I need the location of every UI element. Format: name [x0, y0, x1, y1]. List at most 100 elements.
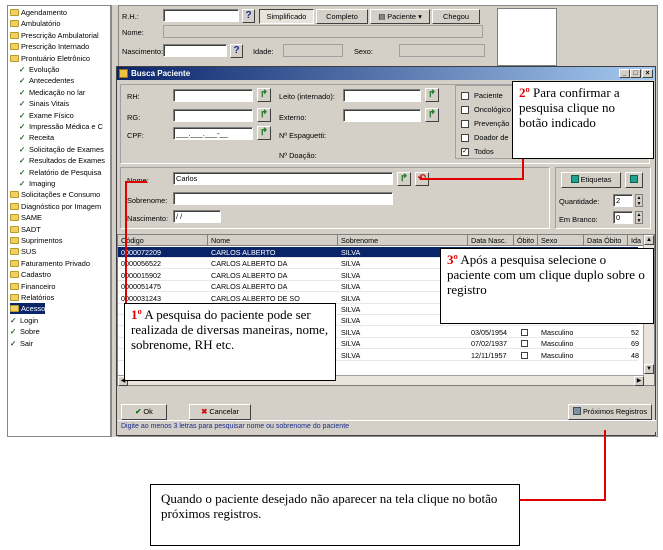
col-ida[interactable]: Ida	[628, 235, 644, 246]
col-sexo[interactable]: Sexo	[538, 235, 584, 246]
checkmark-icon: ✓	[19, 99, 26, 109]
paciente-menu-button[interactable]: ▤ Paciente ▾	[370, 9, 430, 24]
sidebar-item[interactable]: ✓ Receita	[19, 132, 54, 143]
sidebar-item[interactable]: SADT	[10, 224, 41, 235]
sidebar-item[interactable]: ✓ Resultados de Exames	[19, 155, 105, 166]
sidebar-item[interactable]: ✓ Solicitação de Exames	[19, 144, 104, 155]
folder-icon	[10, 305, 19, 313]
proximos-registros-button[interactable]: Próximos Registros	[568, 404, 652, 420]
checkmark-icon: ✓	[19, 133, 26, 143]
prevencao-checkbox[interactable]	[461, 120, 469, 128]
col-codigo[interactable]: Código	[118, 235, 208, 246]
search-confirm-arrow-icon[interactable]: ↱	[397, 172, 411, 186]
sidebar-item[interactable]: ✓ Sair	[10, 338, 33, 349]
rh-help-button[interactable]: ?	[242, 9, 255, 23]
leito-go-arrow-icon[interactable]: ↱	[425, 88, 439, 102]
sobrenome-input[interactable]	[173, 192, 393, 205]
rh-field[interactable]	[163, 9, 239, 22]
nome-input[interactable]: Carlos	[173, 172, 393, 185]
rh-label: R.H.:	[122, 12, 139, 21]
scroll-right-icon[interactable]: ▶	[634, 376, 644, 386]
sidebar-item[interactable]: Prescrição Internado	[10, 41, 89, 52]
rg-go-arrow-icon[interactable]: ↱	[257, 108, 271, 122]
externo-input[interactable]	[343, 109, 421, 122]
cell-nome: CARLOS ALBERTO DA	[211, 270, 288, 280]
cell-codigo: 0000031243	[121, 293, 161, 303]
sidebar-item[interactable]: Prescrição Ambulatorial	[10, 30, 99, 41]
nascimento-input[interactable]: / /	[173, 210, 221, 223]
paciente-checkbox[interactable]	[461, 92, 469, 100]
completo-button[interactable]: Completo	[316, 9, 368, 24]
etiquetas-extra-button[interactable]	[625, 172, 643, 188]
sidebar-item[interactable]: Financeiro	[10, 281, 56, 292]
sidebar-item[interactable]: Cadastro	[10, 269, 51, 280]
em-branco-spinner[interactable]: ▲ ▼	[635, 211, 643, 224]
sidebar-item[interactable]: SAME	[10, 212, 42, 223]
minimize-button[interactable]: _	[619, 69, 630, 78]
sidebar-item[interactable]: ✓ Impressão Médica e C	[19, 121, 103, 132]
cpf-input[interactable]: ___.___.___-__	[173, 127, 253, 140]
rg-input[interactable]	[173, 109, 253, 122]
chegou-button[interactable]: Chegou	[432, 9, 480, 24]
cell-ida: 69	[631, 339, 639, 349]
folder-icon	[10, 202, 19, 210]
sidebar-item[interactable]: ✓ Login	[10, 315, 38, 326]
ok-button[interactable]: ✔ Ok	[121, 404, 167, 420]
dialog-titlebar[interactable]: Busca Paciente	[117, 67, 655, 80]
cancelar-button[interactable]: ✖ Cancelar	[189, 404, 251, 420]
sidebar-item[interactable]: Diagnóstico por Imagem	[10, 201, 101, 212]
em-branco-label: Em Branco:	[559, 215, 598, 224]
callout-1-number: 1º	[131, 307, 142, 322]
quantidade-spinner[interactable]: ▲ ▼	[635, 194, 643, 207]
rh-go-arrow-icon[interactable]: ↱	[257, 88, 271, 102]
leito-input[interactable]	[343, 89, 421, 102]
sidebar-item[interactable]: Acesso	[10, 303, 46, 315]
col-obito[interactable]: Óbito	[514, 235, 538, 246]
sidebar-item[interactable]: Ambulatório	[10, 18, 60, 29]
externo-go-arrow-icon[interactable]: ↱	[425, 108, 439, 122]
sidebar-item[interactable]: Solicitações e Consumo	[10, 189, 100, 200]
cell-codigo: 0000056522	[121, 259, 161, 269]
scroll-up-icon[interactable]: ▲	[644, 235, 654, 245]
sidebar-item[interactable]: ✓ Medicação no lar	[19, 87, 85, 98]
sidebar-item-label: Cadastro	[21, 270, 51, 280]
col-data-obito[interactable]: Data Óbito	[584, 235, 628, 246]
sidebar-item[interactable]: ✓ Relatório de Pesquisa	[19, 167, 101, 178]
col-data-nasc[interactable]: Data Nasc.	[468, 235, 514, 246]
sidebar-item-label: Antecedentes	[29, 76, 75, 86]
todos-checkbox[interactable]: ✓	[461, 148, 469, 156]
rh-input[interactable]	[173, 89, 253, 102]
folder-icon	[10, 214, 19, 222]
sidebar-item[interactable]: SUS	[10, 246, 36, 257]
sidebar-item[interactable]: Relatórios	[10, 292, 54, 303]
checkmark-icon: ✓	[10, 338, 17, 348]
maximize-button[interactable]: □	[630, 69, 641, 78]
sidebar-item[interactable]: Faturamento Privado	[10, 258, 90, 269]
scroll-down-icon[interactable]: ▼	[644, 364, 654, 374]
sidebar-item[interactable]: ✓ Sinais Vitais	[19, 98, 69, 109]
cpf-go-arrow-icon[interactable]: ↱	[257, 126, 271, 140]
simplificado-button[interactable]: Simplificado	[259, 9, 314, 24]
doador-checkbox[interactable]	[461, 134, 469, 142]
sidebar-item[interactable]: Agendamento	[10, 7, 67, 18]
sidebar-item[interactable]: ✓ Antecedentes	[19, 75, 74, 86]
sidebar-item-label: Exame Físico	[29, 110, 74, 120]
etiquetas-button[interactable]: Etiquetas	[561, 172, 621, 188]
sidebar-item[interactable]: ✓ Evolução	[19, 64, 59, 75]
dialog-title: Busca Paciente	[131, 69, 191, 78]
sidebar-item[interactable]: Suprimentos	[10, 235, 63, 246]
quantidade-input[interactable]: 2	[613, 194, 633, 207]
sidebar-item[interactable]: ✓ Sobre	[10, 326, 40, 337]
col-sobrenome[interactable]: Sobrenome	[338, 235, 468, 246]
nascimento-help-button[interactable]: ?	[230, 44, 243, 58]
col-nome[interactable]: Nome	[208, 235, 338, 246]
folder-icon	[10, 20, 19, 28]
em-branco-input[interactable]: 0	[613, 211, 633, 224]
close-button[interactable]: ×	[642, 69, 653, 78]
checkmark-icon: ✓	[19, 167, 26, 177]
oncologico-checkbox[interactable]	[461, 106, 469, 114]
nascimento-field[interactable]	[163, 44, 227, 57]
sidebar-item[interactable]: Prontuário Eletrônico	[10, 53, 90, 64]
sidebar-item[interactable]: ✓ Imaging	[19, 178, 55, 189]
sidebar-item[interactable]: ✓ Exame Físico	[19, 110, 74, 121]
